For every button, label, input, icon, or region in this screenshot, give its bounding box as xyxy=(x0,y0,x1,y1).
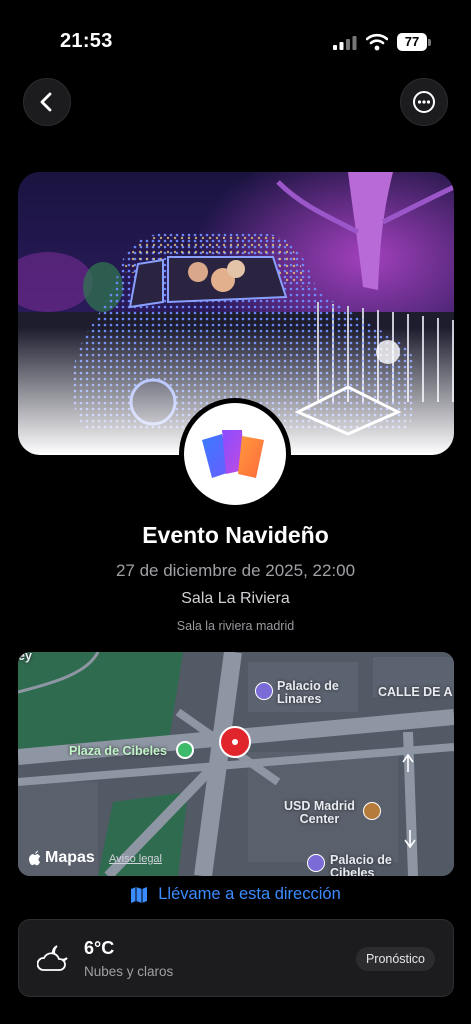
directions-label: Llévame a esta dirección xyxy=(158,885,341,903)
map-label-palacio-cibeles: Palacio de Cibeles xyxy=(330,853,392,877)
ellipsis-icon xyxy=(413,91,435,113)
battery-cap xyxy=(428,39,431,46)
event-datetime: 27 de diciembre de 2025, 22:00 xyxy=(115,561,356,580)
star-marker-icon xyxy=(307,854,325,872)
directions-link[interactable]: Llévame a esta dirección xyxy=(0,885,471,904)
event-title: Evento Navideño xyxy=(142,522,329,548)
event-address: Sala la riviera madrid xyxy=(176,619,295,633)
status-time: 21:53 xyxy=(60,30,113,52)
location-map[interactable]: Palacio de Linares CALLE DE A Plaza de C… xyxy=(18,652,454,876)
event-logo-badge xyxy=(179,398,291,510)
museum-marker-icon xyxy=(255,682,273,700)
map-icon xyxy=(131,886,148,903)
weather-condition: Nubes y claros xyxy=(84,964,174,979)
wifi-icon xyxy=(366,33,388,51)
maps-brand-label: Mapas xyxy=(45,849,95,866)
map-label-palacio-linares: Palacio de Linares xyxy=(277,679,339,706)
school-marker-icon xyxy=(363,802,381,820)
plaza-marker-icon xyxy=(176,741,194,759)
back-button[interactable] xyxy=(23,78,71,126)
weather-card: 6°C Nubes y claros Pronóstico xyxy=(18,919,454,997)
weather-temperature: 6°C xyxy=(84,938,115,958)
legal-link[interactable]: Aviso legal xyxy=(109,853,162,865)
more-options-button[interactable] xyxy=(400,78,448,126)
apple-logo-icon xyxy=(29,850,40,866)
signal-icon xyxy=(333,36,357,50)
battery-indicator: 77 xyxy=(397,33,427,51)
location-pin-icon xyxy=(219,726,251,758)
map-label-usd-madrid: USD Madrid Center xyxy=(284,799,355,826)
event-venue: Sala La Riviera xyxy=(181,590,290,607)
map-label-calle: CALLE DE A xyxy=(378,685,453,699)
forecast-button[interactable]: Pronóstico xyxy=(355,947,435,971)
maps-brand: Mapas xyxy=(28,849,95,867)
map-label-corner: ey xyxy=(18,652,32,663)
tickets-icon xyxy=(202,430,264,478)
cloud-moon-icon xyxy=(37,945,68,971)
chevron-left-icon xyxy=(40,92,52,112)
map-label-plaza-cibeles: Plaza de Cibeles xyxy=(69,744,167,758)
